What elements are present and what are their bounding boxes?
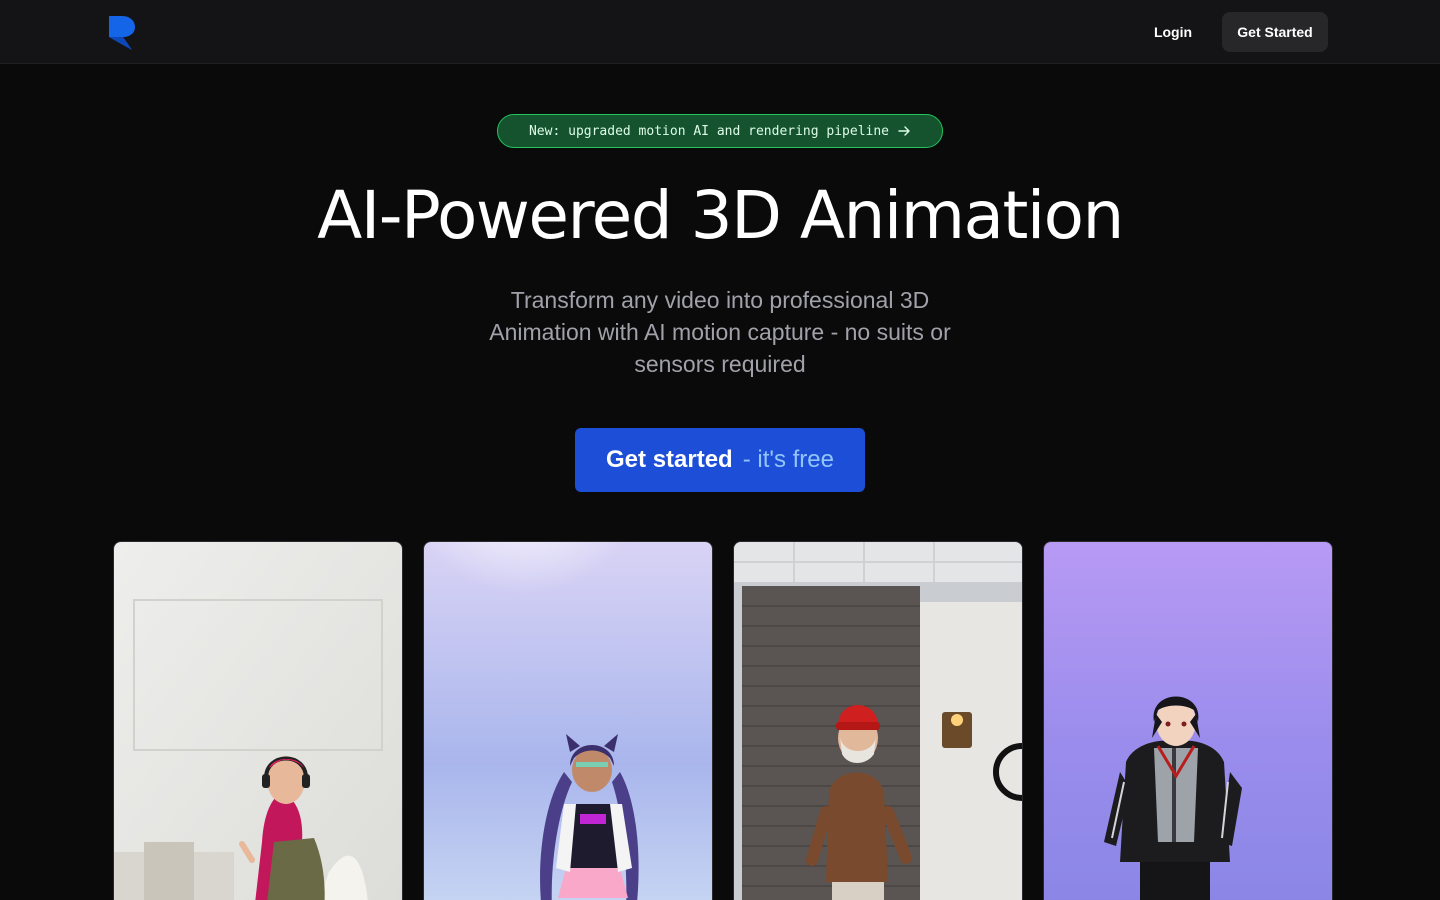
anime-boy-jacket-thumbnail xyxy=(1044,542,1332,900)
demo-video-card-anime-boy[interactable] xyxy=(1043,541,1333,900)
cta-secondary-text: - it's free xyxy=(742,446,834,473)
demo-video-card-person-beanie[interactable] xyxy=(733,541,1023,900)
get-started-nav-button[interactable]: Get Started xyxy=(1222,12,1328,52)
brand-logo-icon[interactable] xyxy=(108,15,136,51)
announcement-badge[interactable]: New: upgraded motion AI and rendering pi… xyxy=(497,114,943,148)
anime-cat-ear-girl-thumbnail xyxy=(424,542,712,900)
announcement-text: New: upgraded motion AI and rendering pi… xyxy=(528,123,890,139)
cta-primary-text: Get started xyxy=(606,446,733,473)
woman-with-headphones-thumbnail xyxy=(114,542,402,900)
arrow-right-icon xyxy=(898,126,910,136)
demo-video-card-person-headphones[interactable] xyxy=(113,541,403,900)
top-navigation-bar: Login Get Started xyxy=(0,0,1440,64)
hero-subtitle: Transform any video into professional 3D… xyxy=(489,287,951,377)
hero-title: AI-Powered 3D Animation xyxy=(317,177,1124,254)
login-link[interactable]: Login xyxy=(1140,12,1206,52)
demo-video-card-anime-girl[interactable] xyxy=(423,541,713,900)
get-started-free-button[interactable]: Get started - it's free xyxy=(575,428,865,492)
man-with-red-beanie-thumbnail xyxy=(734,542,1022,900)
